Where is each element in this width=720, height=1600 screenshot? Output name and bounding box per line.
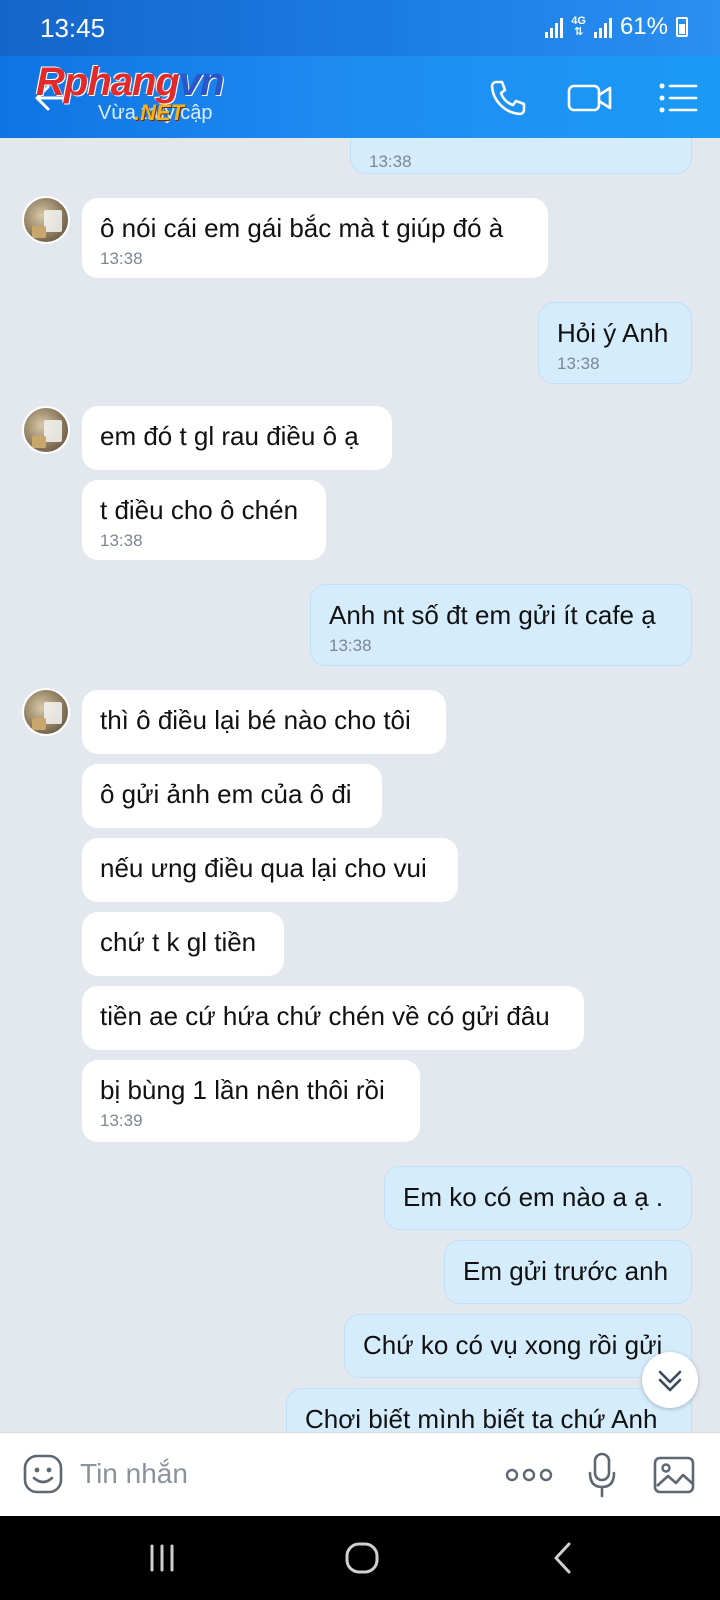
message-bubble-incoming[interactable]: ô nói cái em gái bắc mà t giúp đó à 13:3… <box>82 198 548 278</box>
message-bubble-incoming[interactable]: tiền ae cứ hứa chứ chén về có gửi đâu <box>82 986 584 1050</box>
nav-back-icon[interactable] <box>544 1538 584 1578</box>
avatar[interactable] <box>22 406 70 454</box>
message-bubble-incoming[interactable]: chứ t k gl tiền <box>82 912 284 976</box>
avatar[interactable] <box>22 688 70 736</box>
image-icon[interactable] <box>652 1453 696 1497</box>
message-bubble-incoming[interactable]: ô gửi ảnh em của ô đi <box>82 764 382 828</box>
message-bubble-outgoing[interactable]: Chứ ko có vụ xong rồi gửi <box>344 1314 692 1378</box>
message-bubble-outgoing[interactable]: Anh nt số đt em gửi ít cafe ạ 13:38 <box>310 584 692 666</box>
microphone-icon[interactable] <box>586 1451 618 1499</box>
message-time: 13:39 <box>100 1111 143 1130</box>
message-time: 13:38 <box>369 152 412 171</box>
status-icons: 4G ⇅ 61% <box>545 13 688 41</box>
recent-apps-icon[interactable] <box>142 1538 182 1578</box>
status-bar: 13:45 4G ⇅ 61% <box>0 0 720 56</box>
video-call-icon[interactable] <box>566 76 614 120</box>
message-time: 13:38 <box>100 531 143 550</box>
signal-icon <box>593 16 612 38</box>
chat-header: Rphangvn Vừa truy cập .NET <box>0 56 720 138</box>
message-list[interactable]: 13:38 ô nói cái em gái bắc mà t giúp đó … <box>0 138 720 1432</box>
message-bubble-incoming[interactable]: bị bùng 1 lần nên thôi rồi 13:39 <box>82 1060 420 1142</box>
watermark-logo-net: .NET <box>134 100 185 125</box>
more-dots-icon[interactable] <box>504 1453 554 1497</box>
status-time: 13:45 <box>40 13 106 43</box>
message-bubble-incoming[interactable]: t điều cho ô chén 13:38 <box>82 480 326 560</box>
message-bubble-outgoing[interactable]: Em ko có em nào a ạ . <box>384 1166 692 1230</box>
message-time: 13:38 <box>557 354 600 373</box>
message-bubble-outgoing[interactable]: Hỏi ý Anh 13:38 <box>538 302 692 384</box>
battery-icon <box>676 17 688 37</box>
message-composer <box>0 1432 720 1516</box>
message-bubble-incoming[interactable]: nếu ưng điều qua lại cho vui <box>82 838 458 902</box>
list-menu-icon[interactable] <box>656 76 700 120</box>
avatar[interactable] <box>22 196 70 244</box>
message-bubble-outgoing[interactable]: 13:38 <box>350 138 692 174</box>
signal-icon <box>545 16 564 38</box>
phone-icon[interactable] <box>486 76 530 120</box>
message-bubble-outgoing[interactable]: Chơi biết mình biết ta chứ Anh <box>286 1388 692 1432</box>
emoji-icon[interactable] <box>22 1453 64 1495</box>
message-time: 13:38 <box>329 636 372 655</box>
system-navigation-bar <box>0 1516 720 1600</box>
scroll-to-bottom-button[interactable] <box>642 1352 698 1408</box>
message-bubble-incoming[interactable]: thì ô điều lại bé nào cho tôi <box>82 690 446 754</box>
message-input[interactable] <box>80 1451 480 1497</box>
double-chevron-down-icon <box>658 1370 682 1392</box>
message-bubble-incoming[interactable]: em đó t gl rau điều ô ạ <box>82 406 392 470</box>
message-time: 13:38 <box>100 249 143 268</box>
battery-percent: 61% <box>619 13 668 40</box>
message-bubble-outgoing[interactable]: Em gửi trước anh <box>444 1240 692 1304</box>
network-type-icon: 4G ⇅ <box>571 15 586 38</box>
home-icon[interactable] <box>342 1538 382 1578</box>
watermark-logo: Rphangvn <box>36 60 225 104</box>
